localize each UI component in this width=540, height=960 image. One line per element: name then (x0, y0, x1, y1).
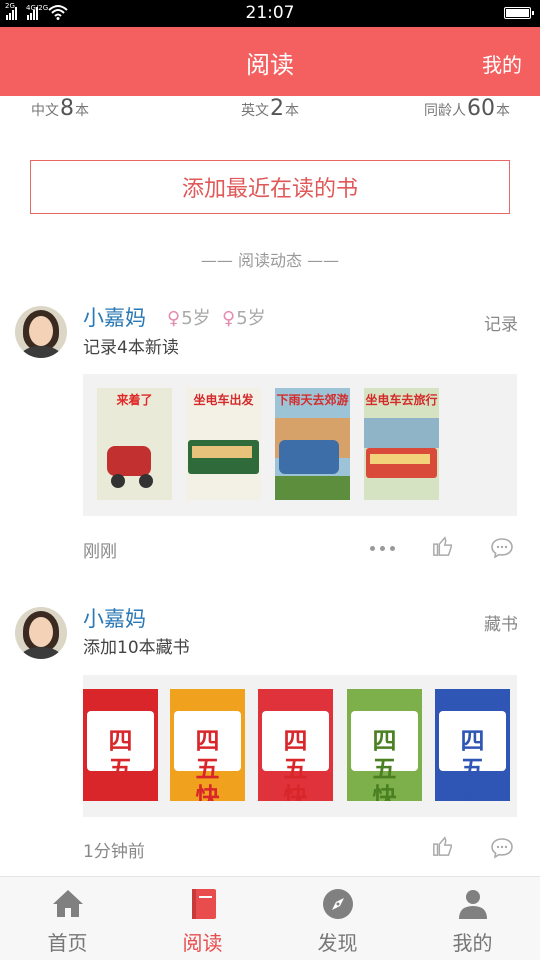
stat-chinese[interactable]: 中文 8 本 (31, 96, 89, 121)
page-title: 阅读 (246, 51, 294, 79)
stat-unit: 本 (496, 103, 510, 119)
tab-discover[interactable]: 发现 (270, 877, 405, 960)
stat-unit: 本 (75, 103, 89, 119)
add-recent-book-button[interactable]: 添加最近在读的书 (30, 160, 510, 214)
book-cover[interactable]: 坐电车去旅行 (364, 388, 439, 500)
book-strip: 来着了 坐电车出发 下雨天去郊游 坐电车去旅行 (83, 374, 517, 516)
stat-count: 60 (467, 96, 495, 121)
tab-reading[interactable]: 阅读 (135, 877, 270, 960)
kid-age: ♀5岁 (167, 308, 211, 329)
book-cover[interactable]: 坐电车出发 (186, 388, 261, 500)
stat-count: 8 (60, 96, 74, 121)
stat-count: 2 (270, 96, 284, 121)
tab-label: 首页 (47, 931, 88, 955)
stat-peers[interactable]: 同龄人 60 本 (424, 96, 510, 121)
book-strip: 四五快读 四五快读 四五快读 四五快读 四五快读 (83, 675, 517, 817)
post-time: 1分钟前 (83, 842, 145, 862)
tab-label: 我的 (452, 931, 493, 955)
book-cover[interactable]: 四五快读 (347, 689, 422, 801)
comment-icon[interactable] (490, 537, 514, 559)
book-cover[interactable]: 下雨天去郊游 (275, 388, 350, 500)
book-cover[interactable]: 来着了 (97, 388, 172, 500)
tab-mine[interactable]: 我的 (405, 877, 540, 960)
person-icon (458, 890, 487, 919)
more-icon[interactable] (370, 546, 395, 551)
app-bar: 阅读 我的 (0, 27, 540, 96)
avatar[interactable] (15, 306, 67, 358)
feed-heading: —— 阅读动态 —— (200, 251, 340, 270)
female-icon: ♀ (222, 308, 236, 329)
avatar[interactable] (15, 607, 67, 659)
stat-label: 同龄人 (424, 103, 466, 119)
book-icon (191, 889, 216, 919)
bottom-tab-bar: 首页 阅读 发现 我的 (0, 876, 540, 960)
stat-label: 英文 (241, 103, 269, 119)
status-bar: 2G 4G/2G 21:07 (0, 0, 540, 27)
female-icon: ♀ (167, 308, 181, 329)
user-name[interactable]: 小嘉妈 (83, 302, 146, 332)
mine-button[interactable]: 我的 (482, 49, 522, 78)
activity-text: 添加10本藏书 (83, 638, 190, 658)
compass-icon (322, 889, 353, 919)
kid-age: ♀5岁 (222, 308, 266, 329)
book-cover[interactable]: 四五快读 (435, 689, 510, 801)
activity-tag: 记录 (484, 315, 518, 335)
battery-icon (504, 7, 534, 19)
like-icon[interactable] (432, 535, 454, 557)
status-time: 21:07 (245, 3, 295, 23)
user-name[interactable]: 小嘉妈 (83, 603, 146, 633)
book-cover[interactable]: 四五快读 (170, 689, 245, 801)
stat-unit: 本 (285, 103, 299, 119)
stat-label: 中文 (31, 103, 59, 119)
activity-tag: 藏书 (484, 615, 518, 635)
book-cover[interactable]: 四五快读 (83, 689, 158, 801)
like-icon[interactable] (432, 835, 454, 857)
reading-stats: 中文 8 本 英文 2 本 同龄人 60 本 (0, 96, 540, 128)
post-time: 刚刚 (83, 542, 117, 562)
activity-text: 记录4本新读 (83, 338, 179, 358)
book-cover[interactable]: 四五快读 (258, 689, 333, 801)
tab-label: 发现 (317, 931, 358, 955)
home-icon (52, 890, 83, 917)
tab-home[interactable]: 首页 (0, 877, 135, 960)
stat-english[interactable]: 英文 2 本 (241, 96, 299, 121)
tab-label: 阅读 (182, 931, 223, 955)
comment-icon[interactable] (490, 837, 514, 859)
